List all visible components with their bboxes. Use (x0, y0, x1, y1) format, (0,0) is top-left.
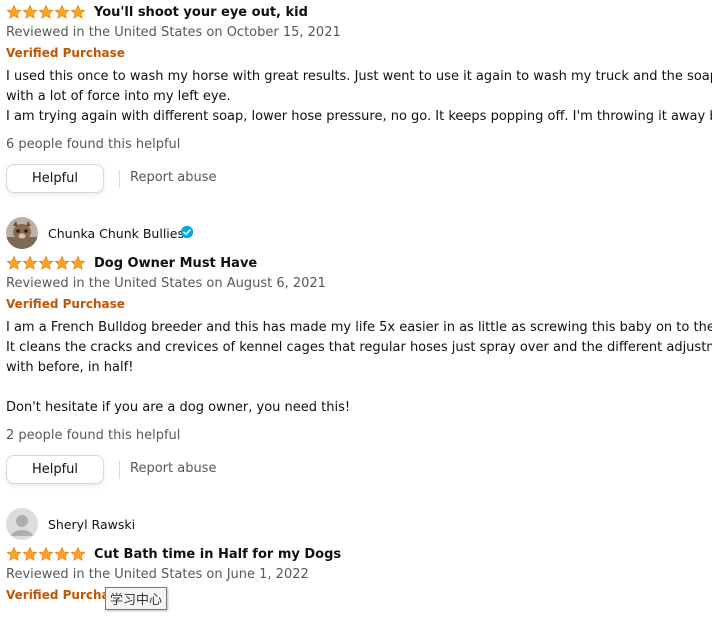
star-icon (70, 255, 86, 270)
star-icon (54, 546, 70, 561)
tooltip: 学习中心 (105, 587, 168, 610)
review-body-line: with a lot of force into my left eye. (6, 89, 231, 104)
review-title[interactable]: You'll shoot your eye out, kid (94, 5, 308, 20)
dog-avatar-icon (6, 217, 38, 249)
verified-purchase-badge: Verified Purchase (6, 297, 125, 311)
review-date: Reviewed in the United States on June 1,… (6, 567, 309, 582)
verified-purchase-badge: Verified Purchase (6, 46, 125, 60)
avatar[interactable] (6, 508, 38, 540)
review-1-stars (6, 4, 86, 24)
star-icon (6, 4, 22, 19)
review-body-line: It cleans the cracks and crevices of ken… (6, 340, 712, 355)
reviewer-name[interactable]: Sheryl Rawski (48, 517, 135, 532)
default-profile-icon (6, 508, 38, 540)
review-body-line: I am a French Bulldog breeder and this h… (6, 320, 712, 335)
review-2-stars (6, 255, 86, 275)
reviewer-name[interactable]: Chunka Chunk Bullies (48, 226, 184, 241)
report-abuse-link[interactable]: Report abuse (130, 170, 216, 185)
star-icon (38, 4, 54, 19)
star-icon (6, 546, 22, 561)
star-icon (22, 255, 38, 270)
star-icon (38, 546, 54, 561)
review-title[interactable]: Cut Bath time in Half for my Dogs (94, 547, 341, 562)
review-body-line: with before, in half! (6, 360, 134, 375)
star-icon (6, 255, 22, 270)
verified-check-icon (180, 225, 194, 239)
review-date: Reviewed in the United States on August … (6, 276, 326, 291)
star-icon (70, 546, 86, 561)
review-date: Reviewed in the United States on October… (6, 25, 341, 40)
review-body-line: I am trying again with different soap, l… (6, 109, 712, 124)
report-abuse-link[interactable]: Report abuse (130, 461, 216, 476)
helpful-button[interactable]: Helpful (6, 455, 104, 484)
review-body-line: I used this once to wash my horse with g… (6, 69, 712, 84)
avatar[interactable] (6, 217, 38, 249)
star-icon (54, 4, 70, 19)
review-body-line: Don't hesitate if you are a dog owner, y… (6, 400, 351, 415)
divider (119, 170, 120, 188)
star-icon (22, 546, 38, 561)
star-icon (70, 4, 86, 19)
helpful-button[interactable]: Helpful (6, 164, 104, 193)
helpful-count: 2 people found this helpful (6, 428, 181, 443)
helpful-count: 6 people found this helpful (6, 137, 181, 152)
star-icon (38, 255, 54, 270)
review-3-stars (6, 546, 86, 566)
review-title[interactable]: Dog Owner Must Have (94, 256, 257, 271)
star-icon (22, 4, 38, 19)
divider (119, 461, 120, 479)
star-icon (54, 255, 70, 270)
